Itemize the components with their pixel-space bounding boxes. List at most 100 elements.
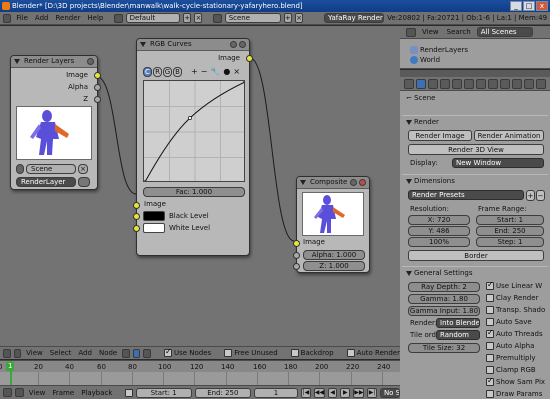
fac-slider[interactable]: Fac: 1.000 [143,187,245,197]
auto-threads-option[interactable]: Auto Threads [486,328,543,338]
texture-tab-icon[interactable] [512,78,522,89]
node-scene-field[interactable]: Scene [26,164,76,174]
composite-input-socket-alpha[interactable] [293,252,300,259]
prev-keyframe-icon[interactable]: ◀◀ [313,387,325,398]
node-minimize-icon[interactable] [230,41,237,48]
render-tab-icon[interactable] [416,78,426,89]
free-unused-toggle[interactable]: Free Unused [224,349,278,357]
particles-tab-icon[interactable] [524,78,534,89]
collapse-icon[interactable] [140,42,146,47]
free-unused-checkbox[interactable] [224,349,233,357]
editor-type-icon[interactable] [404,78,414,89]
time-menu-playback[interactable]: Playback [79,389,114,397]
outliner-item-world[interactable]: World [400,55,550,65]
maximize-button[interactable]: □ [523,1,535,11]
composite-alpha-field[interactable]: Alpha: 1.000 [303,250,365,260]
preset-remove-button[interactable]: − [536,190,545,201]
curves-input-socket-image[interactable] [133,202,140,209]
resolution-percent-field[interactable]: 100% [408,237,470,247]
gamma-input-field[interactable]: Gamma Input: 1.80 [408,306,480,316]
scene-close-button[interactable]: × [294,13,304,23]
compositing-nodes-icon[interactable] [132,348,141,358]
channel-tab-b[interactable]: B [173,67,182,77]
clamp-rgb-option[interactable]: Clamp RGB [486,366,536,374]
auto-threads-checkbox[interactable] [486,328,494,338]
output-socket-z[interactable] [94,96,101,103]
black-level-swatch[interactable] [143,211,165,221]
menu-collapse-icon[interactable] [13,348,22,358]
auto-save-option[interactable]: Auto Save [486,318,532,326]
panel-collapse-icon[interactable] [406,271,412,276]
scene-browse-icon[interactable] [16,164,24,174]
menu-collapse-icon[interactable] [14,388,24,397]
node-menu-node[interactable]: Node [97,349,119,357]
node-close-icon[interactable] [359,179,366,186]
clamp-rgb-checkbox[interactable] [486,366,494,374]
physics-tab-icon[interactable] [536,78,546,89]
composite-node[interactable]: Composite Image Alpha: 1.000 Z: 1.000 [293,176,370,273]
preview-range-checkbox[interactable] [125,388,133,397]
clay-render-option[interactable]: Clay Render [486,294,538,302]
white-level-swatch[interactable] [143,223,165,233]
render-mode-dropdown[interactable]: Into Blender [436,318,480,328]
outliner-menu-view[interactable]: View [420,28,441,36]
node-menu-select[interactable]: Select [48,349,74,357]
backdrop-toggle[interactable]: Backdrop [290,349,334,357]
render-3d-view-button[interactable]: Render 3D View [408,144,544,155]
tile-size-field[interactable]: Tile Size: 32 [408,343,480,353]
composite-node-header[interactable]: Composite [297,177,369,189]
composite-input-socket-z[interactable] [293,263,300,270]
curve-widget[interactable] [143,80,245,182]
ray-depth-field[interactable]: Ray Depth: 2 [408,282,480,292]
end-frame-field[interactable]: End: 250 [194,387,251,398]
time-menu-view[interactable]: View [27,389,48,397]
data-tab-icon[interactable] [488,78,498,89]
close-button[interactable]: x [536,1,548,11]
node-preview-toggle-icon[interactable] [87,58,94,65]
outliner-item-renderlayers[interactable]: RenderLayers [400,45,550,55]
render-engine-selector[interactable]: YafaRay Render [324,13,385,23]
render-image-button[interactable]: Render Image [408,130,472,141]
constraints-tab-icon[interactable] [464,78,474,89]
modifiers-tab-icon[interactable] [476,78,486,89]
wrench-icon[interactable]: 🔧 [210,67,220,76]
properties-editor[interactable]: ⌐ Scene Render Render Image Render Anima… [400,91,550,399]
sync-mode-dropdown[interactable]: No Sync [379,387,400,398]
tile-order-dropdown[interactable]: Random [436,330,480,340]
auto-save-checkbox[interactable] [486,318,494,326]
shader-nodes-icon[interactable] [122,348,130,358]
zoom-in-icon[interactable]: + [191,67,198,76]
composite-z-field[interactable]: Z: 1.000 [303,261,365,271]
editor-type-icon[interactable] [406,27,416,37]
node-menu-view[interactable]: View [24,349,45,357]
material-tab-icon[interactable] [500,78,510,89]
use-linear-workflow-checkbox[interactable] [486,280,494,290]
menu-add[interactable]: Add [33,14,51,22]
curves-input-socket-white[interactable] [133,225,140,232]
general-settings-panel-header[interactable]: General Settings [402,266,548,278]
node-scene-clear-button[interactable]: × [78,164,88,174]
next-keyframe-icon[interactable]: ▶▶ [353,387,365,398]
menu-help[interactable]: Help [85,14,105,22]
auto-render-checkbox[interactable] [346,349,355,357]
editor-type-icon[interactable] [3,388,12,397]
timeline-area[interactable]: 1 0 20 40 60 80 100 120 140 160 180 200 … [0,360,400,385]
node-options-icon[interactable] [239,41,246,48]
output-socket-image[interactable] [94,72,101,79]
start-frame-field[interactable]: Start: 1 [135,387,192,398]
panel-collapse-icon[interactable] [406,120,412,125]
clay-render-checkbox[interactable] [486,294,494,302]
premultiply-checkbox[interactable] [486,354,494,362]
node-menu-add[interactable]: Add [76,349,94,357]
node-editor[interactable]: Render Layers Image Alpha Z Scene × Rend… [0,26,400,346]
render-layers-node[interactable]: Render Layers Image Alpha Z Scene × Rend… [10,55,101,190]
scene-selector[interactable]: Scene [224,13,281,23]
rgb-curves-node-header[interactable]: RGB Curves [137,39,249,51]
channel-tab-c[interactable]: C [143,67,152,77]
frame-step-field[interactable]: Step: 1 [476,237,544,247]
world-tab-icon[interactable] [440,78,450,89]
object-tab-icon[interactable] [452,78,462,89]
display-dropdown[interactable]: New Window [452,158,544,168]
zoom-out-icon[interactable]: − [201,67,208,76]
preset-add-button[interactable]: + [526,190,535,201]
